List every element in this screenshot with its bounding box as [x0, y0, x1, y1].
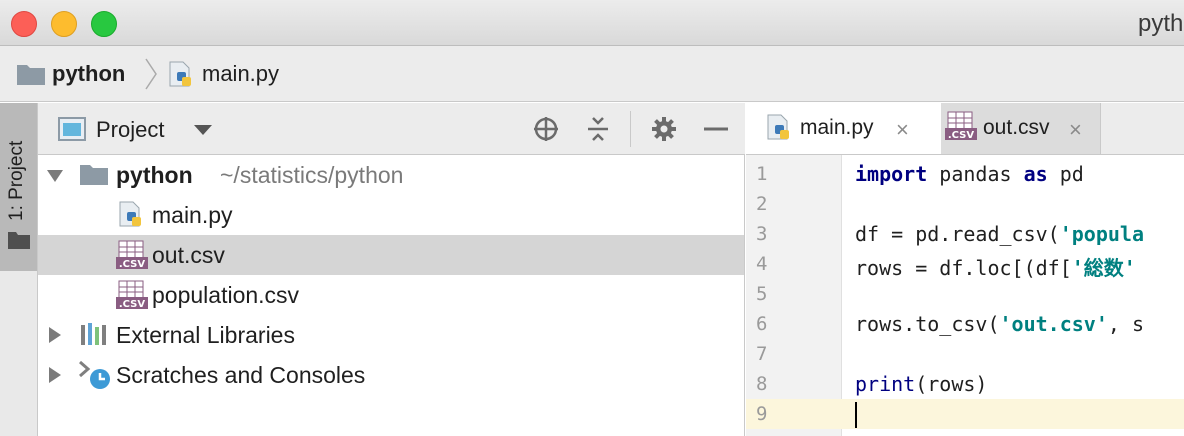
- window-title: pyth: [1138, 10, 1184, 37]
- line-number: 6: [756, 313, 768, 335]
- expand-arrow-icon[interactable]: [47, 170, 63, 182]
- svg-text:.CSV: .CSV: [119, 259, 146, 270]
- tree-item-python[interactable]: python ~/statistics/python: [38, 155, 744, 195]
- python-file-icon: [119, 201, 141, 227]
- tree-item-population-csv[interactable]: .CSV population.csv: [38, 275, 744, 315]
- text-caret: [855, 402, 857, 428]
- tree-item-main-py[interactable]: main.py: [38, 195, 744, 235]
- title-bar: pyth: [0, 0, 1184, 46]
- project-panel-header: Project: [38, 103, 745, 155]
- tree-item-label: main.py: [152, 202, 233, 228]
- editor-tabs: main.py × .CSV out.csv ×: [746, 103, 1184, 155]
- close-window-button[interactable]: [11, 11, 37, 37]
- folder-icon: [17, 65, 45, 85]
- breadcrumb-file[interactable]: main.py: [202, 61, 279, 87]
- breadcrumb-separator-icon: [145, 58, 157, 90]
- python-file-icon: [767, 114, 789, 140]
- code-line-3: df = pd.read_csv('popula: [855, 222, 1144, 246]
- gear-icon[interactable]: [650, 115, 678, 143]
- libraries-icon: [81, 323, 106, 345]
- tree-item-label: out.csv: [152, 242, 225, 268]
- code-editor[interactable]: import pandas as pd df = pd.read_csv('po…: [842, 155, 1184, 436]
- csv-file-icon: .CSV: [116, 240, 148, 270]
- tree-item-label: Scratches and Consoles: [116, 362, 366, 388]
- tab-label: main.py: [800, 116, 874, 139]
- navigation-bar: python main.py: [0, 46, 1184, 102]
- tab-label: out.csv: [983, 116, 1050, 139]
- expand-arrow-icon[interactable]: [49, 327, 61, 343]
- svg-text:.CSV: .CSV: [948, 130, 975, 141]
- close-icon[interactable]: ×: [896, 117, 909, 143]
- breadcrumb-root[interactable]: python: [52, 61, 125, 87]
- zoom-window-button[interactable]: [91, 11, 117, 37]
- expand-arrow-icon[interactable]: [49, 367, 61, 383]
- line-number: 8: [756, 373, 768, 395]
- tree-item-path: ~/statistics/python: [220, 162, 404, 188]
- close-icon[interactable]: ×: [1069, 117, 1082, 143]
- line-number-gutter: 1 2 3 4 5 6 7 8 9: [746, 155, 842, 436]
- tree-item-external-libraries[interactable]: External Libraries: [38, 315, 744, 355]
- line-number: 1: [756, 163, 768, 185]
- tree-item-scratches[interactable]: Scratches and Consoles: [38, 355, 744, 395]
- current-line-highlight: [842, 399, 1184, 429]
- python-file-icon: [169, 61, 191, 87]
- project-tool-button[interactable]: 1: Project: [0, 103, 37, 271]
- svg-text:.CSV: .CSV: [119, 299, 146, 310]
- code-line-6: rows.to_csv('out.csv', s: [855, 312, 1144, 336]
- line-number: 5: [756, 283, 768, 305]
- scratches-icon: [79, 360, 110, 389]
- tab-out-csv[interactable]: .CSV out.csv ×: [941, 103, 1101, 154]
- line-number: 2: [756, 193, 768, 215]
- csv-file-icon: .CSV: [116, 280, 148, 310]
- header-divider: [630, 111, 631, 147]
- folder-icon: [8, 232, 30, 249]
- locate-icon[interactable]: [532, 115, 560, 143]
- project-view-icon: [58, 117, 86, 141]
- minimize-icon[interactable]: [702, 115, 730, 143]
- tree-item-out-csv[interactable]: .CSV out.csv: [38, 235, 744, 275]
- project-view-selector[interactable]: Project: [96, 117, 164, 143]
- tree-item-label: population.csv: [152, 282, 300, 308]
- code-line-8: print(rows): [855, 372, 988, 396]
- line-number: 7: [756, 343, 768, 365]
- tree-item-label: python: [116, 162, 193, 188]
- code-line-1: import pandas as pd: [855, 162, 1084, 186]
- tool-window-strip: 1: Project: [0, 103, 38, 436]
- minimize-window-button[interactable]: [51, 11, 77, 37]
- csv-file-icon: .CSV: [945, 111, 977, 141]
- tab-main-py[interactable]: main.py ×: [746, 103, 941, 154]
- project-tree: python ~/statistics/python main.py .CSV …: [38, 155, 745, 436]
- chevron-down-icon[interactable]: [194, 125, 212, 135]
- collapse-icon[interactable]: [584, 115, 612, 143]
- line-number: 9: [756, 403, 768, 425]
- code-line-4: rows = df.loc[(df['総数': [855, 256, 1136, 280]
- line-number: 4: [756, 253, 768, 275]
- folder-icon: [80, 165, 108, 185]
- line-number: 3: [756, 223, 768, 245]
- tree-item-label: External Libraries: [116, 322, 295, 348]
- project-tool-label: 1: Project: [6, 140, 27, 221]
